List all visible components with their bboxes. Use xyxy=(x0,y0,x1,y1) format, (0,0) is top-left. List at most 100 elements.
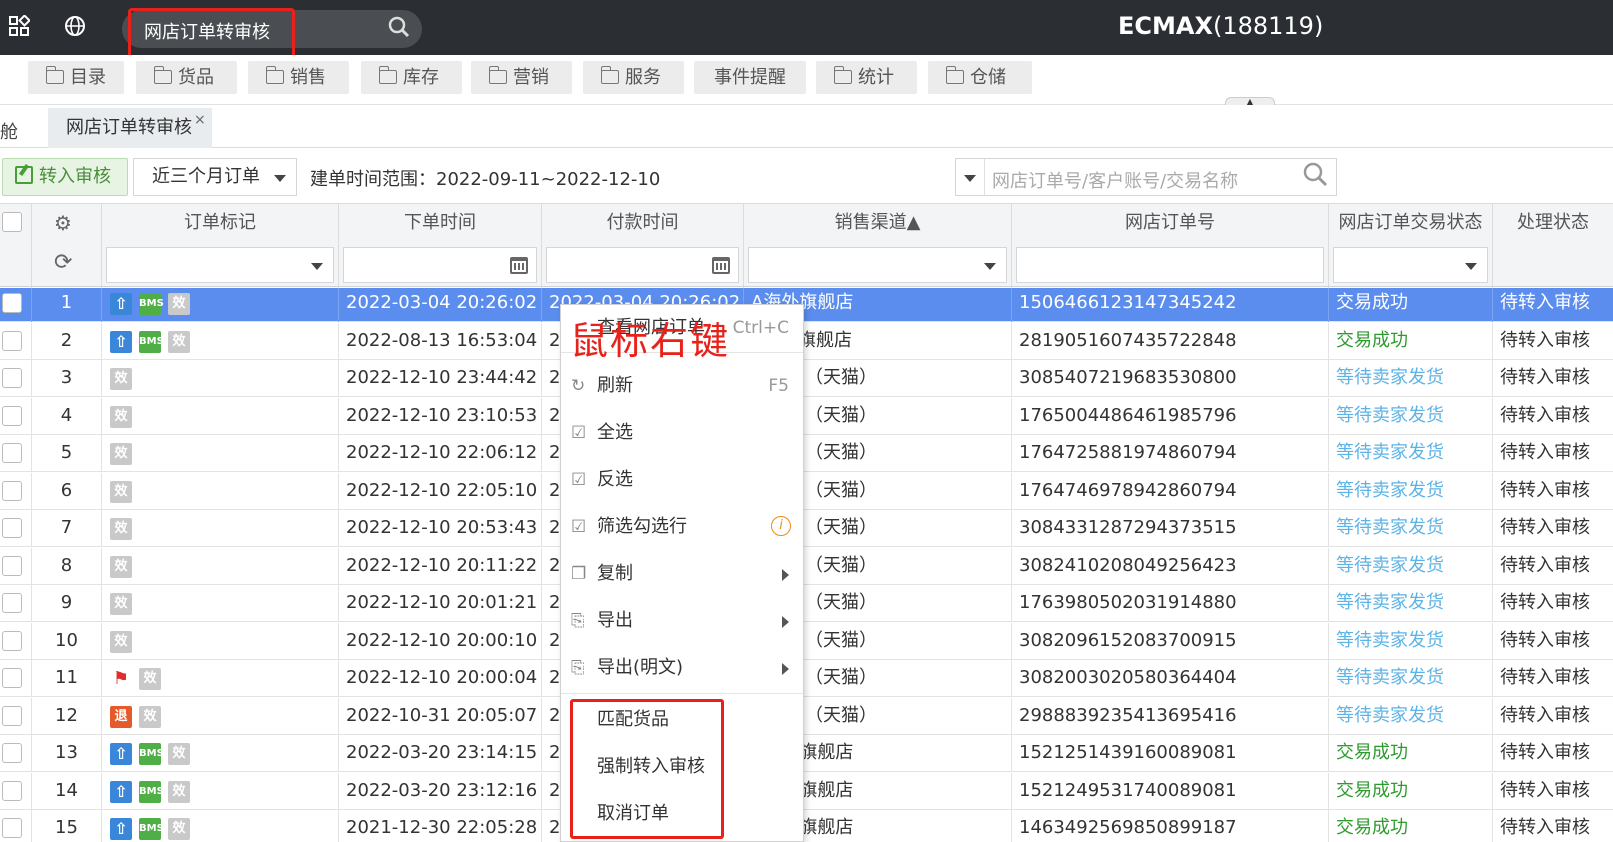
col-trade-status[interactable]: 网店订单交易状态 xyxy=(1329,204,1493,242)
row-select-cell xyxy=(0,622,32,660)
tab-previous[interactable]: 舱 xyxy=(0,118,18,144)
row-select-cell xyxy=(0,510,32,547)
chevron-down-icon xyxy=(274,175,286,182)
row-select-cell xyxy=(0,735,32,772)
process-status: 待转入审核 xyxy=(1500,667,1590,688)
gear-icon[interactable]: ⚙ xyxy=(54,204,72,242)
search-icon[interactable] xyxy=(388,16,410,43)
table-row[interactable]: 1BMS效2022-03-04 20:26:022022-03-04 20:26… xyxy=(0,288,1613,322)
folder-icon xyxy=(601,66,619,84)
table-row[interactable]: 10效2022-12-10 20:00:1020旗舰店（天猫）308209615… xyxy=(0,622,1613,660)
chevron-down-icon[interactable] xyxy=(964,175,976,182)
order-mark-filter-select[interactable] xyxy=(106,247,334,283)
order-time: 2022-12-10 20:11:22 xyxy=(339,547,542,585)
apps-grid-icon[interactable] xyxy=(6,14,32,41)
trade-status-filter-select[interactable] xyxy=(1333,247,1488,283)
row-checkbox[interactable] xyxy=(2,668,22,688)
filter-blank xyxy=(0,242,32,288)
row-checkbox[interactable] xyxy=(2,818,22,838)
col-pay-time[interactable]: 付款时间 xyxy=(542,204,744,242)
ctx-refresh[interactable]: ↻ 刷新 F5 xyxy=(561,363,803,409)
ctx-copy[interactable]: ❐ 复制 xyxy=(561,551,803,597)
export-icon: ⎘ xyxy=(571,658,585,678)
row-checkbox[interactable] xyxy=(2,630,22,651)
menu-event-reminder[interactable]: 事件提醒 xyxy=(694,61,806,94)
table-row[interactable]: 12退效2022-10-31 20:05:0720旗舰店（天猫）29888392… xyxy=(0,697,1613,735)
menu-warehouse[interactable]: 仓储 xyxy=(928,61,1032,94)
menu-label: 库存 xyxy=(403,67,439,88)
menu-goods[interactable]: 货品 xyxy=(136,61,237,94)
row-checkbox[interactable] xyxy=(2,330,22,351)
table-row[interactable]: 7效2022-12-10 20:53:4320旗舰店（天猫）3084331287… xyxy=(0,510,1613,547)
row-checkbox[interactable] xyxy=(2,368,22,388)
menu-service[interactable]: 服务 xyxy=(583,61,684,94)
table-row[interactable]: 2BMS效2022-08-13 16:53:0420a海外旗舰店28190516… xyxy=(0,322,1613,360)
table-row[interactable]: 4效2022-12-10 23:10:5320旗舰店（天猫）1765004486… xyxy=(0,397,1613,435)
filter-order-mark xyxy=(102,242,339,288)
row-checkbox[interactable] xyxy=(2,743,22,763)
table-row[interactable]: 3效2022-12-10 23:44:4220旗舰店（天猫）3085407219… xyxy=(0,360,1613,397)
order-search[interactable]: 网店订单号/客户账号/交易名称 xyxy=(955,158,1337,196)
ctx-filter-checked[interactable]: ☑ 筛选勾选行 i xyxy=(561,504,803,550)
menu-label: 统计 xyxy=(858,67,894,88)
ctx-select-all[interactable]: ☑ 全选 xyxy=(561,410,803,456)
ctx-export-plain[interactable]: ⎘ 导出(明文) xyxy=(561,645,803,691)
col-sales-channel[interactable]: 销售渠道▲ xyxy=(744,204,1012,242)
col-process-status[interactable]: 处理状态 xyxy=(1493,204,1613,242)
order-number: 1763980502031914880 xyxy=(1012,585,1329,622)
table-row[interactable]: 13BMS效2022-03-20 23:14:1520A海外旗舰店1521251… xyxy=(0,735,1613,772)
order-search-input[interactable]: 网店订单号/客户账号/交易名称 xyxy=(992,167,1238,193)
trade-status: 等待卖家发货 xyxy=(1329,397,1493,435)
ctx-export[interactable]: ⎘ 导出 xyxy=(561,598,803,644)
table-row[interactable]: 8效2022-12-10 20:11:2220旗舰店（天猫）3082410208… xyxy=(0,547,1613,585)
ctx-label: 反选 xyxy=(597,469,633,490)
channel-filter-select[interactable] xyxy=(748,247,1007,283)
table-row[interactable]: 9效2022-12-10 20:01:2120旗舰店（天猫）1763980502… xyxy=(0,585,1613,622)
calendar-icon[interactable] xyxy=(712,257,730,274)
row-checkbox[interactable] xyxy=(2,705,22,726)
chevron-down-icon xyxy=(1465,263,1477,270)
menu-catalog[interactable]: 目录 xyxy=(28,61,124,94)
table-row[interactable]: 11⚑效2022-12-10 20:00:0420旗舰店（天猫）30820030… xyxy=(0,660,1613,697)
table-row[interactable]: 14BMS效2022-03-20 23:12:1620A海外旗舰店1521249… xyxy=(0,772,1613,810)
info-icon[interactable]: i xyxy=(771,516,791,536)
order-no-filter-input[interactable] xyxy=(1016,247,1324,283)
table-row[interactable]: 6效2022-12-10 22:05:1020旗舰店（天猫）1764746978… xyxy=(0,472,1613,510)
collapse-menu-handle[interactable]: ▲ xyxy=(1225,97,1275,106)
table-row[interactable]: 15BMS效2021-12-30 22:05:2820A海外旗舰店1463492… xyxy=(0,810,1613,842)
menu-statistics[interactable]: 统计 xyxy=(816,61,917,94)
order-time-filter-input[interactable] xyxy=(343,247,537,283)
tab-online-order-approve[interactable]: 网店订单转审核 xyxy=(48,108,212,148)
search-icon[interactable] xyxy=(1302,161,1328,193)
row-checkbox[interactable] xyxy=(2,293,22,313)
row-checkbox[interactable] xyxy=(2,443,22,463)
row-checkbox[interactable] xyxy=(2,405,22,426)
transfer-to-review-button[interactable]: 转入审核 xyxy=(2,158,128,196)
select-all-checkbox[interactable] xyxy=(2,212,22,232)
close-icon[interactable]: × xyxy=(194,112,206,128)
globe-icon[interactable] xyxy=(62,15,88,41)
ctx-invert-selection[interactable]: ☑ 反选 xyxy=(561,457,803,503)
row-checkbox[interactable] xyxy=(2,518,22,538)
inv-mark-icon: 效 xyxy=(139,668,161,690)
menu-sales[interactable]: 销售 xyxy=(248,61,349,94)
row-checkbox[interactable] xyxy=(2,780,22,801)
row-checkbox[interactable] xyxy=(2,480,22,501)
col-order-no[interactable]: 网店订单号 xyxy=(1012,204,1329,242)
row-checkbox[interactable] xyxy=(2,555,22,576)
menu-inventory[interactable]: 库存 xyxy=(361,61,462,94)
row-select-cell xyxy=(0,472,32,510)
pay-time-filter-input[interactable] xyxy=(546,247,739,283)
order-range-select[interactable]: 近三个月订单 xyxy=(133,158,297,196)
col-order-mark[interactable]: 订单标记 xyxy=(102,204,339,242)
menu-marketing[interactable]: 营销 xyxy=(471,61,572,94)
col-order-time[interactable]: 下单时间 xyxy=(339,204,542,242)
row-number: 14 xyxy=(32,772,102,810)
calendar-icon[interactable] xyxy=(510,257,528,274)
inv-mark-icon: 效 xyxy=(168,818,190,840)
header-select-cell xyxy=(0,204,32,242)
table-row[interactable]: 5效2022-12-10 22:06:1220旗舰店（天猫）1764725881… xyxy=(0,435,1613,472)
process-status: 待转入审核 xyxy=(1500,554,1590,576)
row-checkbox[interactable] xyxy=(2,593,22,613)
refresh-icon[interactable]: ⟳ xyxy=(54,250,72,275)
